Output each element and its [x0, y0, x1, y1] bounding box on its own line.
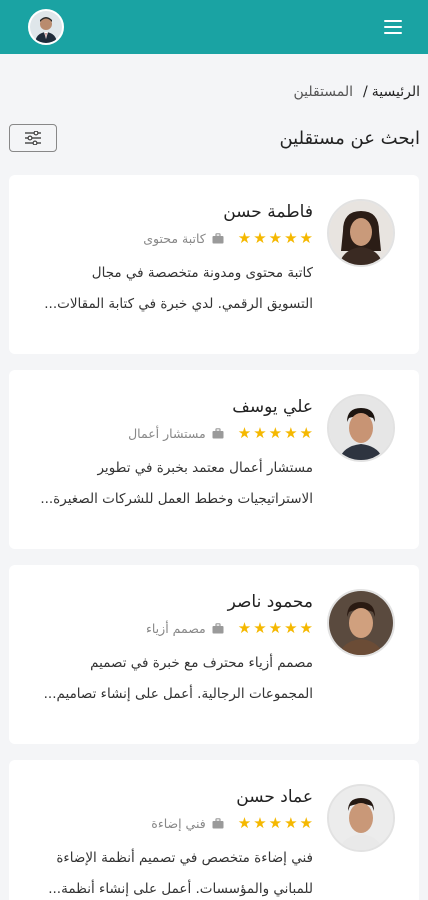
star-icon: ★ [237, 619, 252, 637]
description-line: كاتبة محتوى ومدونة متخصصة في مجال [91, 265, 313, 281]
job-label: مستشار أعمال [128, 425, 206, 441]
star-icon: ★ [237, 424, 252, 442]
star-icon: ★ [268, 814, 283, 832]
freelancer-photo [327, 589, 395, 657]
freelancer-card[interactable]: فاطمة حسن ★ ★ ★ ★ ★ كاتبة محتوى كاتبة مح… [9, 175, 419, 354]
job-label: فني إضاءة [151, 815, 206, 831]
freelancer-name[interactable]: فاطمة حسن [29, 199, 313, 225]
description-line: مصمم أزياء محترف مع خبرة في تصميم [90, 655, 313, 671]
star-icon: ★ [237, 229, 252, 247]
job-title: كاتبة محتوى [143, 230, 224, 246]
star-icon: ★ [299, 424, 313, 442]
search-row: ابحث عن مستقلين [0, 110, 428, 156]
star-icon: ★ [284, 814, 298, 832]
freelancer-description: مستشار أعمال معتمد بخبرة في تطوير الاستر… [29, 453, 313, 515]
briefcase-icon [212, 427, 224, 438]
rating-stars: ★ ★ ★ ★ ★ [238, 814, 313, 832]
freelancer-info: علي يوسف ★ ★ ★ ★ ★ مستشار أعمال مستشار أ… [29, 394, 313, 549]
filter-button[interactable] [9, 124, 57, 152]
star-icon: ★ [253, 229, 267, 247]
star-icon: ★ [253, 424, 267, 442]
star-icon: ★ [268, 424, 283, 442]
freelancer-info: عماد حسن ★ ★ ★ ★ ★ فني إضاءة فني إضاءة م… [29, 784, 313, 900]
breadcrumb: الرئيسية / المستقلين [0, 54, 428, 110]
freelancer-info: فاطمة حسن ★ ★ ★ ★ ★ كاتبة محتوى كاتبة مح… [29, 199, 313, 354]
breadcrumb-current: المستقلين [293, 84, 354, 100]
star-icon: ★ [284, 424, 298, 442]
star-icon: ★ [284, 619, 298, 637]
breadcrumb-home[interactable]: الرئيسية [372, 84, 420, 100]
freelancer-card[interactable]: عماد حسن ★ ★ ★ ★ ★ فني إضاءة فني إضاءة م… [9, 760, 419, 900]
freelancer-photo [327, 784, 395, 852]
freelancer-meta: ★ ★ ★ ★ ★ فني إضاءة [29, 810, 313, 836]
briefcase-icon [212, 817, 224, 828]
sliders-icon [25, 131, 41, 145]
freelancer-meta: ★ ★ ★ ★ ★ مصمم أزياء [29, 615, 313, 641]
description-line: فني إضاءة متخصص في تصميم أنظمة الإضاءة [56, 850, 313, 866]
star-icon: ★ [253, 619, 267, 637]
rating-stars: ★ ★ ★ ★ ★ [238, 619, 313, 637]
freelancer-description: فني إضاءة متخصص في تصميم أنظمة الإضاءة ل… [29, 843, 313, 900]
job-title: مستشار أعمال [128, 426, 224, 441]
page-title: ابحث عن مستقلين [279, 127, 420, 149]
star-icon: ★ [284, 229, 298, 247]
star-icon: ★ [299, 619, 313, 637]
star-icon: ★ [268, 229, 283, 247]
freelancer-meta: ★ ★ ★ ★ ★ كاتبة محتوى [29, 225, 313, 251]
star-icon: ★ [299, 229, 313, 247]
description-line: التسويق الرقمي. لدي خبرة في كتابة المقال… [44, 296, 313, 312]
job-title: فني إضاءة [151, 815, 224, 831]
user-avatar[interactable] [28, 9, 64, 45]
freelancer-name[interactable]: عماد حسن [29, 784, 313, 810]
hamburger-icon[interactable] [384, 20, 402, 34]
star-icon: ★ [299, 814, 313, 832]
briefcase-icon [212, 232, 224, 243]
description-line: مستشار أعمال معتمد بخبرة في تطوير [97, 460, 313, 476]
freelancer-card[interactable]: علي يوسف ★ ★ ★ ★ ★ مستشار أعمال مستشار أ… [9, 370, 419, 549]
freelancer-description: كاتبة محتوى ومدونة متخصصة في مجال التسوي… [29, 258, 313, 320]
description-line: للمباني والمؤسسات. أعمل على إنشاء أنظمة.… [48, 881, 313, 897]
freelancer-list: فاطمة حسن ★ ★ ★ ★ ★ كاتبة محتوى كاتبة مح… [0, 175, 428, 900]
freelancer-name[interactable]: علي يوسف [29, 394, 313, 420]
top-bar [0, 0, 428, 54]
freelancer-description: مصمم أزياء محترف مع خبرة في تصميم المجمو… [29, 648, 313, 710]
freelancer-photo [327, 199, 395, 267]
star-icon: ★ [268, 619, 283, 637]
job-title: مصمم أزياء [146, 621, 224, 636]
freelancer-meta: ★ ★ ★ ★ ★ مستشار أعمال [29, 420, 313, 446]
freelancer-photo [327, 394, 395, 462]
star-icon: ★ [253, 814, 267, 832]
breadcrumb-separator: / [363, 84, 368, 100]
rating-stars: ★ ★ ★ ★ ★ [238, 229, 313, 247]
briefcase-icon [212, 622, 224, 633]
star-icon: ★ [237, 814, 252, 832]
job-label: مصمم أزياء [146, 620, 206, 636]
freelancer-info: محمود ناصر ★ ★ ★ ★ ★ مصمم أزياء مصمم أزي… [29, 589, 313, 744]
job-label: كاتبة محتوى [143, 230, 206, 246]
description-line: الاستراتيجيات وخطط العمل للشركات الصغيرة… [40, 491, 313, 507]
freelancer-name[interactable]: محمود ناصر [29, 589, 313, 615]
rating-stars: ★ ★ ★ ★ ★ [238, 424, 313, 442]
freelancer-card[interactable]: محمود ناصر ★ ★ ★ ★ ★ مصمم أزياء مصمم أزي… [9, 565, 419, 744]
description-line: المجموعات الرجالية. أعمل على إنشاء تصامي… [43, 686, 313, 702]
